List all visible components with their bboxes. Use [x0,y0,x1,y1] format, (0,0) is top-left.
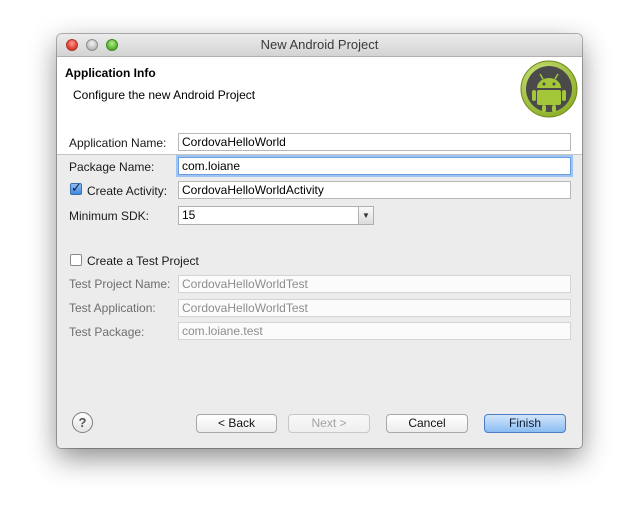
test-package-field [178,322,571,340]
minimum-sdk-label: Minimum SDK: [69,209,150,223]
test-application-label: Test Application: [69,301,156,315]
create-activity-label[interactable]: Create Activity: [87,184,167,198]
test-project-name-field [178,275,571,293]
application-name-field[interactable] [178,133,571,151]
create-activity-checkbox[interactable]: ✓ [70,180,82,195]
minimum-sdk-value: 15 [182,208,196,222]
new-android-project-dialog: New Android Project Application Info Con… [57,34,582,448]
page-description: Configure the new Android Project [73,88,256,102]
back-button[interactable]: < Back [196,414,277,433]
checkmark-icon: ✓ [71,180,82,195]
help-icon[interactable]: ? [72,412,93,433]
test-package-label: Test Package: [69,325,145,339]
window-title: New Android Project [260,37,379,52]
test-application-field [178,299,571,317]
next-button[interactable]: Next > [288,414,370,433]
title-bar[interactable]: New Android Project [57,34,582,57]
minimum-sdk-select[interactable]: 15 ▼ [178,206,374,225]
test-project-name-label: Test Project Name: [69,277,171,291]
finish-button[interactable]: Finish [484,414,566,433]
page-title: Application Info [65,66,156,80]
cancel-button[interactable]: Cancel [386,414,468,433]
package-name-field[interactable] [178,157,571,175]
application-name-label: Application Name: [69,136,167,150]
package-name-label: Package Name: [69,160,155,174]
android-logo [520,60,578,118]
create-test-project-checkbox[interactable] [70,254,82,266]
create-test-project-label[interactable]: Create a Test Project [87,254,199,268]
chevron-down-icon[interactable]: ▼ [358,207,373,224]
activity-name-field[interactable] [178,181,571,199]
